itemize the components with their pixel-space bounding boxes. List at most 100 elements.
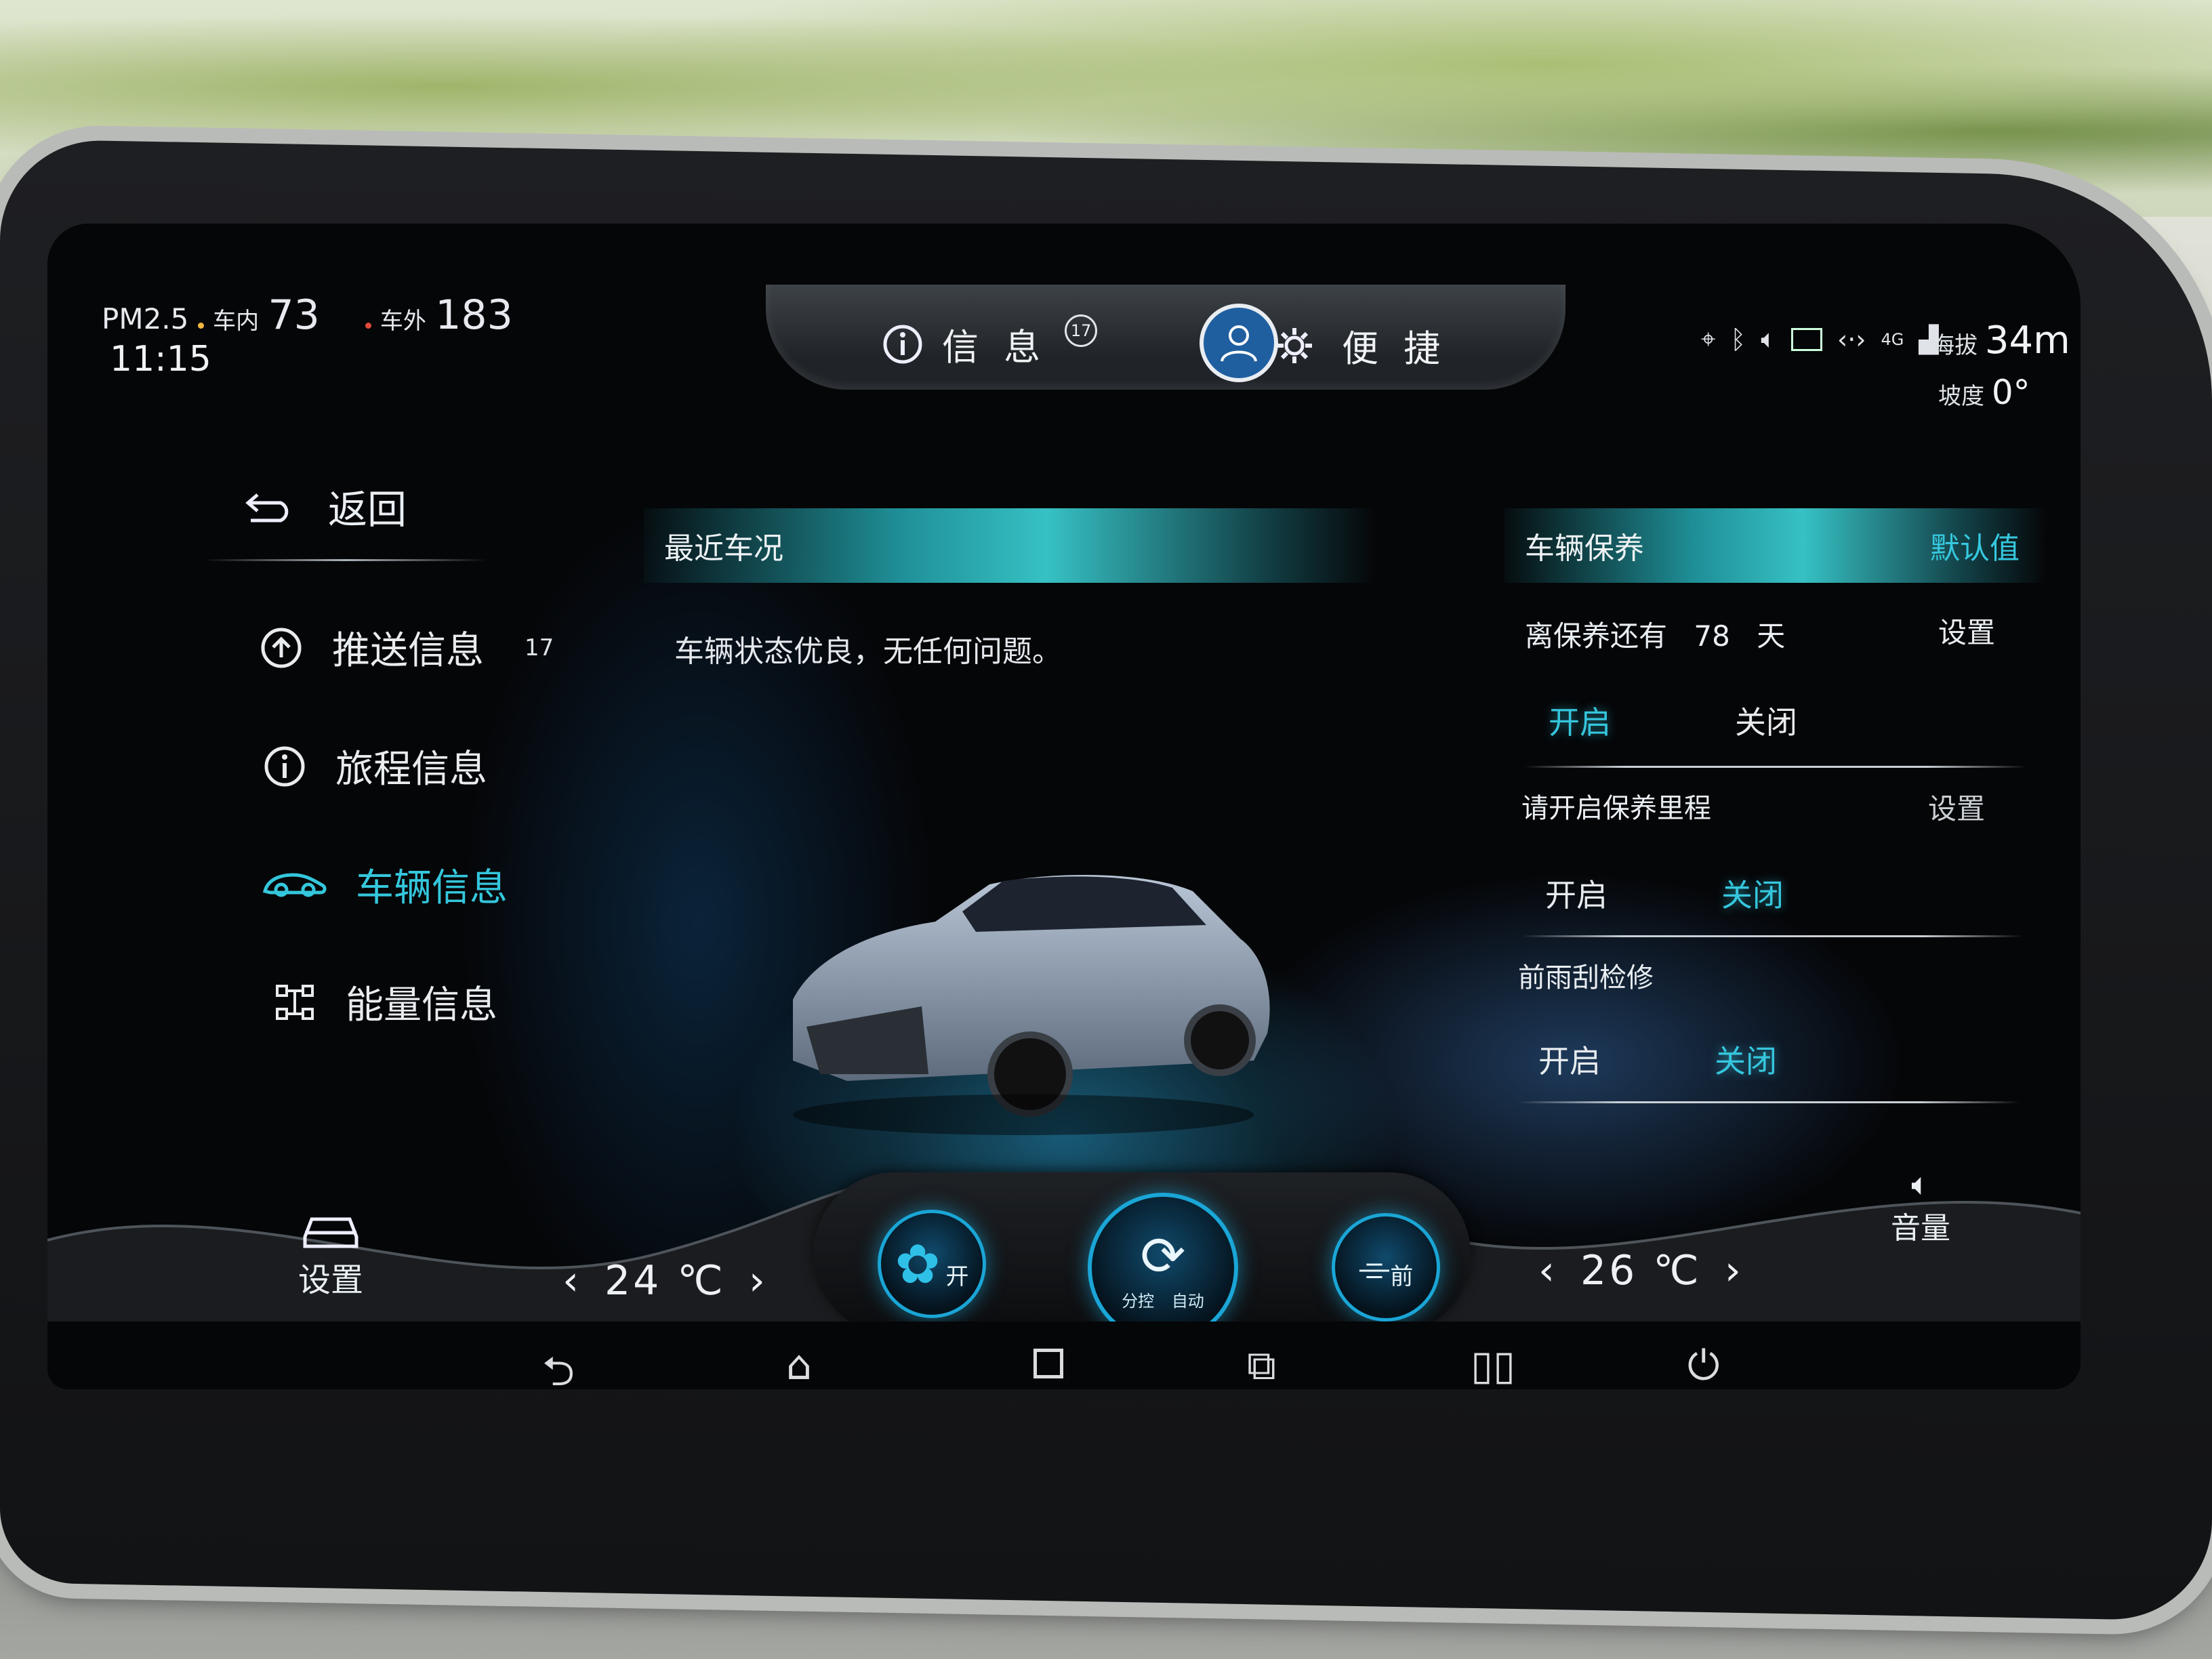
split-control-label: 分控 (1122, 1292, 1155, 1311)
default-value-button[interactable]: 默认值 (1930, 524, 2020, 567)
tab-info-badge: 17 (1065, 314, 1098, 347)
pm25-inside-dot (197, 323, 204, 329)
split-screen-icon: ▯▯ (1471, 1342, 1516, 1389)
outside-label: 车外 (380, 308, 426, 335)
divider (1525, 766, 2026, 768)
sidebar-item-label: 推送信息 (332, 629, 484, 673)
divider (1518, 1101, 2020, 1103)
info-icon (261, 743, 308, 790)
slope-value: 0° (1991, 373, 2030, 412)
back-icon: ⮌ (542, 1348, 575, 1389)
battery-icon (1791, 327, 1823, 351)
window-switch-icon: ⧉ (1247, 1342, 1276, 1389)
nav-back-button[interactable]: ⮌ (542, 1342, 575, 1389)
wiper-inspection-on-button[interactable]: 开启 (1538, 1037, 1601, 1082)
altitude-value: 34m (1984, 319, 2070, 363)
auto-label: 自动 (1171, 1292, 1204, 1311)
infotainment-screen: PM2.5 车内 73 车外 183 11:15 信 息 17 便 捷 ⌖ ᛒ … (47, 224, 2081, 1389)
sidebar-item-label: 旅程信息 (335, 747, 487, 792)
fan-icon: ✿ (895, 1232, 941, 1296)
volume-label: 音量 (1891, 1211, 1950, 1246)
volume-icon: 🔈︎ (1911, 1166, 1930, 1202)
sidebar-item-label: 能量信息 (346, 983, 497, 1027)
sidebar-divider (203, 559, 488, 561)
status-icons: ⌖ ᛒ 🔈︎ ‹·› 4G ▟ (1701, 324, 1939, 354)
pm25-readout: PM2.5 车内 73 车外 183 (102, 291, 513, 339)
maintenance-days-settings-button[interactable]: 设置 (1938, 610, 1995, 651)
pm25-outside-dot (365, 323, 371, 329)
user-icon (1221, 325, 1257, 362)
recent-status-header: 最近车况 (644, 508, 1376, 583)
right-temp-increase-button[interactable]: › (1725, 1247, 1744, 1294)
info-icon (883, 325, 922, 363)
altitude-readout: 海拔 34m (1931, 319, 2070, 363)
maintenance-mileage-on-button[interactable]: 开启 (1545, 871, 1607, 916)
right-temp-decrease-button[interactable]: ‹ (1538, 1247, 1557, 1294)
divider (1521, 935, 2023, 937)
user-avatar-button[interactable] (1200, 304, 1278, 382)
defrost-label: 前 (1390, 1263, 1414, 1290)
tab-info[interactable]: 信 息 17 (881, 314, 1098, 371)
sidebar-item-energy[interactable]: 能量信息 (271, 975, 497, 1029)
front-defrost-button[interactable]: ⌯ 前 (1332, 1213, 1440, 1322)
nav-recents-button[interactable] (1033, 1349, 1063, 1378)
sidebar-item-push[interactable]: 推送信息 17 (258, 620, 554, 675)
speaker-icon: 🔈︎ (1761, 324, 1777, 354)
climate-settings-button[interactable]: 设置 (298, 1210, 363, 1300)
days-remaining-label: 离保养还有 (1525, 619, 1668, 653)
power-icon: ⏻ (1687, 1342, 1720, 1389)
volume-button[interactable]: 🔈︎ 音量 (1891, 1166, 1950, 1247)
wiper-inspection-off-button[interactable]: 关闭 (1715, 1037, 1777, 1082)
location-icon: ⌖ (1701, 324, 1716, 354)
system-navigation-bar (47, 1322, 2081, 1389)
vehicle-image (766, 857, 1281, 1145)
inside-value: 73 (268, 291, 320, 339)
recent-status-title: 最近车况 (664, 531, 783, 566)
tab-convenience[interactable]: 便 捷 (1274, 319, 1447, 372)
left-temperature-control: ‹ 24 ℃ › (562, 1257, 768, 1305)
seat-airflow-icon: ⟳ (1140, 1225, 1186, 1288)
nav-switch-button[interactable]: ⧉ (1247, 1342, 1276, 1389)
nav-power-button[interactable]: ⏻ (1687, 1342, 1719, 1389)
inside-label: 车内 (213, 308, 260, 335)
sidebar-item-vehicle[interactable]: 车辆信息 (261, 857, 508, 912)
tab-info-label: 信 息 (942, 326, 1048, 369)
maintenance-days-on-button[interactable]: 开启 (1549, 698, 1611, 743)
sidebar-item-badge: 17 (525, 634, 554, 661)
maintenance-header: 车辆保养 默认值 (1504, 508, 2047, 583)
maintenance-mileage-settings-button[interactable]: 设置 (1928, 786, 1985, 827)
defrost-icon: ⌯ (1358, 1244, 1391, 1290)
tab-convenience-label: 便 捷 (1342, 327, 1448, 370)
back-arrow-icon (245, 493, 289, 523)
home-icon: ⌂ (786, 1342, 813, 1389)
maintenance-title: 车辆保养 (1525, 531, 1644, 566)
nav-split-screen-button[interactable]: ▯▯ (1471, 1342, 1515, 1389)
vehicle-status-text: 车辆状态优良，无任何问题。 (674, 634, 1062, 669)
clock: 11:15 (110, 339, 211, 380)
maintenance-days-off-button[interactable]: 关闭 (1735, 698, 1797, 743)
maintenance-days-row: 离保养还有 78 天 (1525, 613, 1785, 655)
maintenance-mileage-off-button[interactable]: 关闭 (1721, 871, 1784, 916)
auto-climate-button[interactable]: ⟳ 分控 自动 (1088, 1193, 1238, 1343)
hotspot-icon: ‹·› (1837, 324, 1866, 354)
left-temp-value: 24 ℃ (605, 1257, 726, 1305)
network-label: 4G (1881, 329, 1904, 349)
car-settings-icon (303, 1217, 359, 1248)
left-temp-decrease-button[interactable]: ‹ (562, 1257, 581, 1305)
nav-home-button[interactable]: ⌂ (786, 1342, 812, 1389)
back-button[interactable]: 返回 (244, 478, 407, 535)
sidebar-item-trip[interactable]: 旅程信息 (261, 739, 487, 794)
fan-toggle-button[interactable]: ✿ 开 (878, 1210, 986, 1318)
vehicle-icon (261, 861, 329, 909)
altitude-label: 海拔 (1931, 332, 1978, 359)
right-temperature-control: ‹ 26 ℃ › (1538, 1247, 1744, 1294)
wiper-inspection-label: 前雨刮检修 (1518, 962, 1654, 994)
days-remaining-unit: 天 (1757, 619, 1786, 653)
slope-label: 坡度 (1938, 383, 1984, 410)
slope-readout: 坡度 0° (1938, 373, 2030, 412)
days-remaining-value: 78 (1694, 619, 1730, 653)
energy-flow-icon (271, 979, 319, 1026)
bluetooth-icon: ᛒ (1730, 324, 1746, 354)
maintenance-mileage-label: 请开启保养里程 (1521, 793, 1711, 824)
left-temp-increase-button[interactable]: › (749, 1257, 768, 1305)
